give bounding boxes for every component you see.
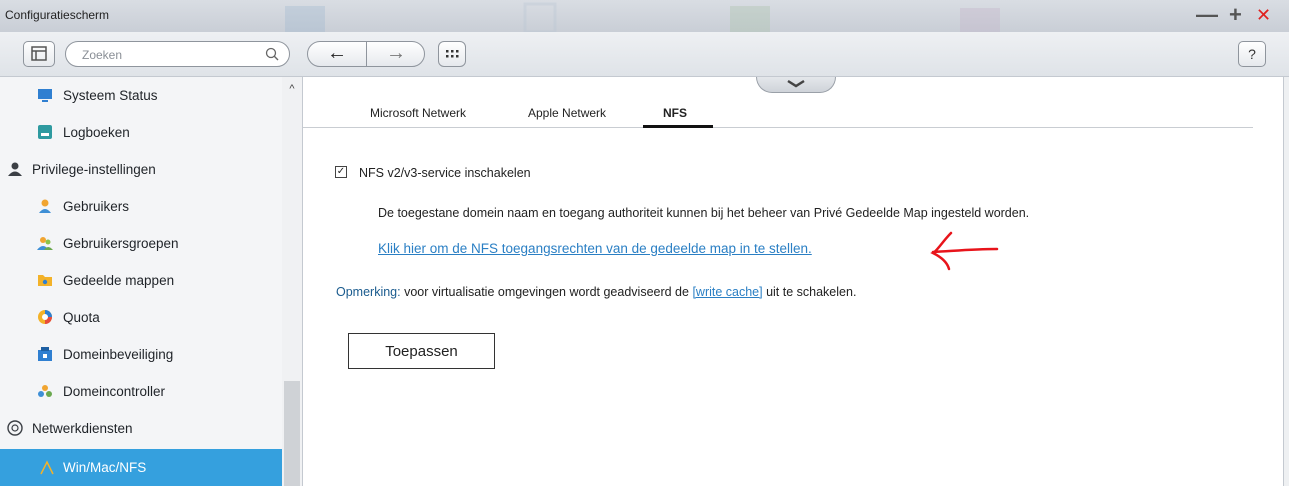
sidebar-section-netwerkdiensten[interactable]: Netwerkdiensten [0,410,282,447]
user-icon [39,199,51,213]
main-panel-edge [1283,77,1289,486]
sidebar-item-label: Gebruikersgroepen [63,236,179,251]
annotation-arrow-icon [930,231,999,271]
sidebar-item-win-mac-nfs[interactable]: Win/Mac/NFS [0,449,282,486]
sidebar-section-privilege-instellingen[interactable]: Privilege-instellingen [0,151,282,188]
sidebar-item-label: Quota [63,310,100,325]
note-text-before: voor virtualisatie omgevingen wordt gead… [400,285,693,299]
sidebar-scrollbar-thumb[interactable] [284,381,300,486]
nfs-access-link-row: Klik hier om de NFS toegangsrechten van … [378,241,812,256]
search-box[interactable] [65,41,290,67]
tab-nfs[interactable]: NFS [663,106,687,120]
domain-controller-icon [38,385,52,397]
nfs-enable-label: NFS v2/v3-service inschakelen [359,166,531,180]
search-icon[interactable] [265,47,279,61]
window-title: Configuratiescherm [5,8,110,22]
minimize-button[interactable]: — [1196,3,1218,27]
close-button[interactable]: ✕ [1256,3,1271,27]
person-icon [8,162,22,176]
navigation-group: ← → [307,41,425,67]
tab-active-indicator [643,125,713,128]
sidebar-item-label: Domeinbeveiliging [63,347,174,362]
sidebar-item-logboeken[interactable]: Logboeken [0,114,282,151]
nfs-enable-checkbox[interactable]: ✓ [335,166,347,178]
winmacnfs-icon [40,460,54,475]
tab-apple-netwerk[interactable]: Apple Netwerk [528,106,606,120]
note-text-after: uit te schakelen. [762,285,857,299]
panel-layout-icon [31,46,47,61]
grid-dots-icon [446,50,459,58]
write-cache-link[interactable]: [write cache] [692,285,762,299]
sidebar-item-label: Win/Mac/NFS [63,460,147,475]
app-grid-button[interactable] [438,41,466,67]
sidebar-item-gedeelde-mappen[interactable]: Gedeelde mappen [0,262,282,299]
nfs-access-rights-link[interactable]: Klik hier om de NFS toegangsrechten van … [378,241,812,256]
sidebar-item-label: Gebruikers [63,199,130,214]
sidebar: Systeem Status Logboeken Privilege-inste… [0,77,303,486]
help-button[interactable]: ? [1238,41,1266,67]
sidebar-item-label: Domeincontroller [63,384,166,399]
sidebar-item-label: Gedeelde mappen [63,273,175,288]
background-app-icon [285,6,325,32]
note-label: Opmerking: [336,285,401,299]
tab-microsoft-netwerk[interactable]: Microsoft Netwerk [370,106,466,120]
back-button[interactable]: ← [308,42,367,66]
description-text: De toegestane domein naam en toegang aut… [378,206,1030,220]
shared-folder-icon [38,275,52,286]
arrow-left-icon: ← [327,42,347,64]
sidebar-item-label: Logboeken [63,125,130,140]
quota-pie-icon [38,310,52,324]
monitor-icon [38,89,52,102]
background-app-icon [523,2,557,32]
sidebar-item-label: Systeem Status [63,88,158,103]
title-bar: Configuratiescherm — + ✕ [0,0,1289,32]
sidebar-item-gebruikers[interactable]: Gebruikers [0,188,282,225]
search-input[interactable] [80,45,264,65]
sidebar-item-label: Privilege-instellingen [32,162,156,177]
sidebar-item-gebruikersgroepen[interactable]: Gebruikersgroepen [0,225,282,262]
network-services-icon [7,420,23,436]
sidebar-item-quota[interactable]: Quota [0,299,282,336]
maximize-button[interactable]: + [1229,3,1242,27]
collapse-toggle[interactable] [756,77,836,93]
chevron-down-icon [787,79,805,88]
tab-divider [303,127,1253,128]
note-line: Opmerking: voor virtualisatie omgevingen… [336,285,856,299]
sidebar-toggle-button[interactable] [23,41,55,67]
sidebar-item-domeinbeveiliging[interactable]: Domeinbeveiliging [0,336,282,373]
domain-security-icon [38,347,52,361]
scroll-up-icon[interactable]: ^ [283,83,301,95]
sidebar-item-label: Netwerkdiensten [32,421,133,436]
arrow-right-icon: → [386,42,406,64]
log-icon [38,125,52,139]
background-app-icon [730,6,770,32]
toolbar: ← → ? [0,32,1289,77]
forward-button[interactable]: → [367,42,424,66]
apply-button[interactable]: Toepassen [348,333,495,369]
background-app-icon [960,8,1000,32]
sidebar-item-systeem-status[interactable]: Systeem Status [0,77,282,114]
user-group-icon [37,237,53,250]
main-panel: Microsoft Netwerk Apple Netwerk NFS ✓ NF… [303,77,1289,486]
sidebar-item-domeincontroller[interactable]: Domeincontroller [0,373,282,410]
